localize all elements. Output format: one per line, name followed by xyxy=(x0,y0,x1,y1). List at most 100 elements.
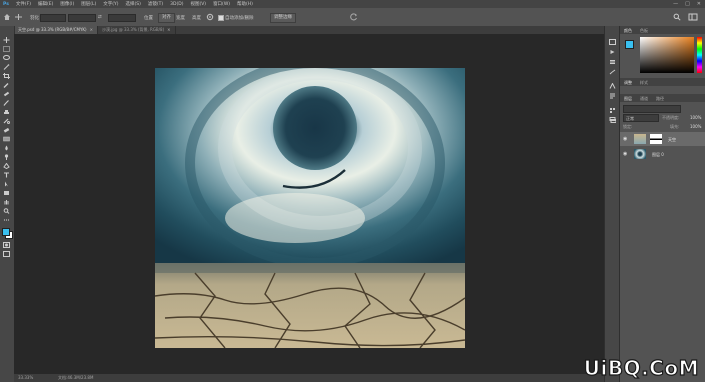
layer-name[interactable]: 图层 0 xyxy=(652,152,664,158)
tab-adjustments[interactable]: 调整 xyxy=(624,80,632,86)
tools-panel xyxy=(0,26,15,382)
properties-panel-icon[interactable] xyxy=(608,58,617,65)
menu-view[interactable]: 视图(V) xyxy=(190,1,206,7)
hue-slider[interactable] xyxy=(697,37,702,73)
color-picker-field[interactable] xyxy=(640,37,694,73)
tab-close-icon[interactable]: × xyxy=(167,27,170,32)
clone-stamp-tool-icon[interactable] xyxy=(2,108,11,115)
canvas-area[interactable] xyxy=(14,34,604,374)
document-tabs: 天空.psd @ 33.3% (RGB/8#/CMYK) × 沙漠.jpg @ 3… xyxy=(14,26,604,34)
actions-panel-icon[interactable] xyxy=(608,48,617,55)
tab-color[interactable]: 颜色 xyxy=(624,28,632,34)
layer-row-0[interactable]: ◉ 图层 0 xyxy=(620,147,705,161)
pen-tool-icon[interactable] xyxy=(2,162,11,169)
marquee-tool-icon[interactable] xyxy=(2,45,11,52)
tab-paths[interactable]: 路径 xyxy=(656,96,664,102)
align-dropdown[interactable]: 对齐 xyxy=(158,13,175,23)
crop-tool-icon[interactable] xyxy=(2,72,11,79)
refine-edge-button[interactable]: 调整边缘 xyxy=(270,13,296,23)
menu-help[interactable]: 帮助(H) xyxy=(237,1,253,7)
zoom-tool-icon[interactable] xyxy=(2,207,11,214)
history-brush-tool-icon[interactable] xyxy=(2,117,11,124)
quick-mask-icon[interactable] xyxy=(2,241,11,248)
layer-thumbnail xyxy=(634,134,646,144)
path-selection-tool-icon[interactable] xyxy=(2,180,11,187)
move-tool-icon[interactable] xyxy=(2,36,11,43)
feather-label: 羽化 xyxy=(30,16,39,21)
tab-styles[interactable]: 样式 xyxy=(640,80,648,86)
blur-tool-icon[interactable] xyxy=(2,144,11,151)
gradient-tool-icon[interactable] xyxy=(2,135,11,142)
foreground-color-swatch[interactable] xyxy=(2,228,10,236)
tab-channels[interactable]: 通道 xyxy=(640,96,648,102)
search-icon[interactable] xyxy=(673,13,681,21)
dodge-tool-icon[interactable] xyxy=(2,153,11,160)
layer-filter-field[interactable] xyxy=(623,105,681,113)
menu-window[interactable]: 窗口(W) xyxy=(213,1,230,7)
width-field[interactable] xyxy=(68,14,96,22)
menu-edit[interactable]: 编辑(E) xyxy=(38,1,53,7)
paragraph-panel-icon[interactable] xyxy=(608,92,617,99)
lasso-tool-icon[interactable] xyxy=(2,54,11,61)
layer-name[interactable]: 天空 xyxy=(668,137,676,143)
zoom-level[interactable]: 33.33% xyxy=(18,374,33,382)
hand-tool-icon[interactable] xyxy=(2,198,11,205)
eyedropper-tool-icon[interactable] xyxy=(2,81,11,88)
screen-mode-icon[interactable] xyxy=(2,250,11,257)
history-panel-icon[interactable] xyxy=(608,38,617,45)
eraser-tool-icon[interactable] xyxy=(2,126,11,133)
shape-tool-icon[interactable] xyxy=(2,189,11,196)
menu-file[interactable]: 文件(F) xyxy=(16,1,31,7)
layers-panel-header: 图层 通道 路径 xyxy=(620,94,705,102)
document-size: 文档:46.3M/23.8M xyxy=(58,375,94,380)
menu-3d[interactable]: 3D(D) xyxy=(170,2,183,7)
options-bar: 羽化 ⇄ 位置 对齐 宽度 高度 自动添加/删除 调整边缘 xyxy=(0,8,705,27)
tab-close-icon[interactable]: × xyxy=(90,27,93,32)
menu-type[interactable]: 文字(Y) xyxy=(103,1,118,7)
fill-value[interactable]: 100% xyxy=(690,124,701,129)
panel-foreground-swatch[interactable] xyxy=(625,40,634,49)
adjust-panel-header: 调整 样式 xyxy=(620,78,705,86)
gear-icon[interactable] xyxy=(206,13,214,21)
layer-mask-thumbnail[interactable] xyxy=(650,134,662,144)
close-window-button[interactable]: ✕ xyxy=(697,1,701,7)
healing-brush-tool-icon[interactable] xyxy=(2,90,11,97)
visibility-eye-icon[interactable]: ◉ xyxy=(623,136,627,142)
menu-filter[interactable]: 滤镜(T) xyxy=(148,1,163,7)
menu-select[interactable]: 选择(S) xyxy=(126,1,141,7)
tool-preset-icon[interactable] xyxy=(14,13,23,21)
lock-label: 锁定: xyxy=(623,124,633,129)
type-tool-icon[interactable] xyxy=(2,171,11,178)
home-icon[interactable] xyxy=(3,13,11,21)
window-controls: — □ ✕ xyxy=(673,0,701,8)
auto-add-label: 自动添加/删除 xyxy=(225,16,254,21)
blend-mode-select[interactable]: 正常 xyxy=(623,114,659,122)
minimize-button[interactable]: — xyxy=(673,1,678,7)
brush-panel-icon[interactable] xyxy=(608,68,617,75)
menu-layer[interactable]: 图层(L) xyxy=(81,1,96,7)
opacity-value[interactable]: 100% xyxy=(690,115,701,120)
panel-icon-strip xyxy=(604,26,619,382)
character-panel-icon[interactable] xyxy=(608,82,617,89)
swatch-panel-icon[interactable] xyxy=(608,106,617,113)
tab-sky[interactable]: 天空.psd @ 33.3% (RGB/8#/CMYK) × xyxy=(14,26,98,34)
brush-tool-icon[interactable] xyxy=(2,99,11,106)
more-tools-icon[interactable] xyxy=(2,216,11,223)
tab-swatches[interactable]: 色板 xyxy=(640,28,648,34)
layer-row-sky[interactable]: ◉ 天空 xyxy=(620,132,705,146)
ps-logo: Ps xyxy=(3,1,9,7)
rotate-icon[interactable] xyxy=(350,13,358,21)
magic-wand-tool-icon[interactable] xyxy=(2,63,11,70)
workspace-icon[interactable] xyxy=(688,13,698,21)
height-field[interactable] xyxy=(108,14,136,22)
tab-layers[interactable]: 图层 xyxy=(624,96,632,102)
visibility-eye-icon[interactable]: ◉ xyxy=(623,151,627,157)
auto-add-checkbox[interactable] xyxy=(218,15,224,21)
feather-field[interactable] xyxy=(40,14,66,22)
tab-desert[interactable]: 沙漠.jpg @ 33.3% (背景, RGB/8) × xyxy=(98,26,176,34)
maximize-button[interactable]: □ xyxy=(685,1,690,7)
document-canvas[interactable] xyxy=(155,68,465,348)
layer-comps-icon[interactable] xyxy=(608,116,617,123)
link-icon[interactable]: ⇄ xyxy=(98,15,102,20)
menu-image[interactable]: 图像(I) xyxy=(60,1,74,7)
